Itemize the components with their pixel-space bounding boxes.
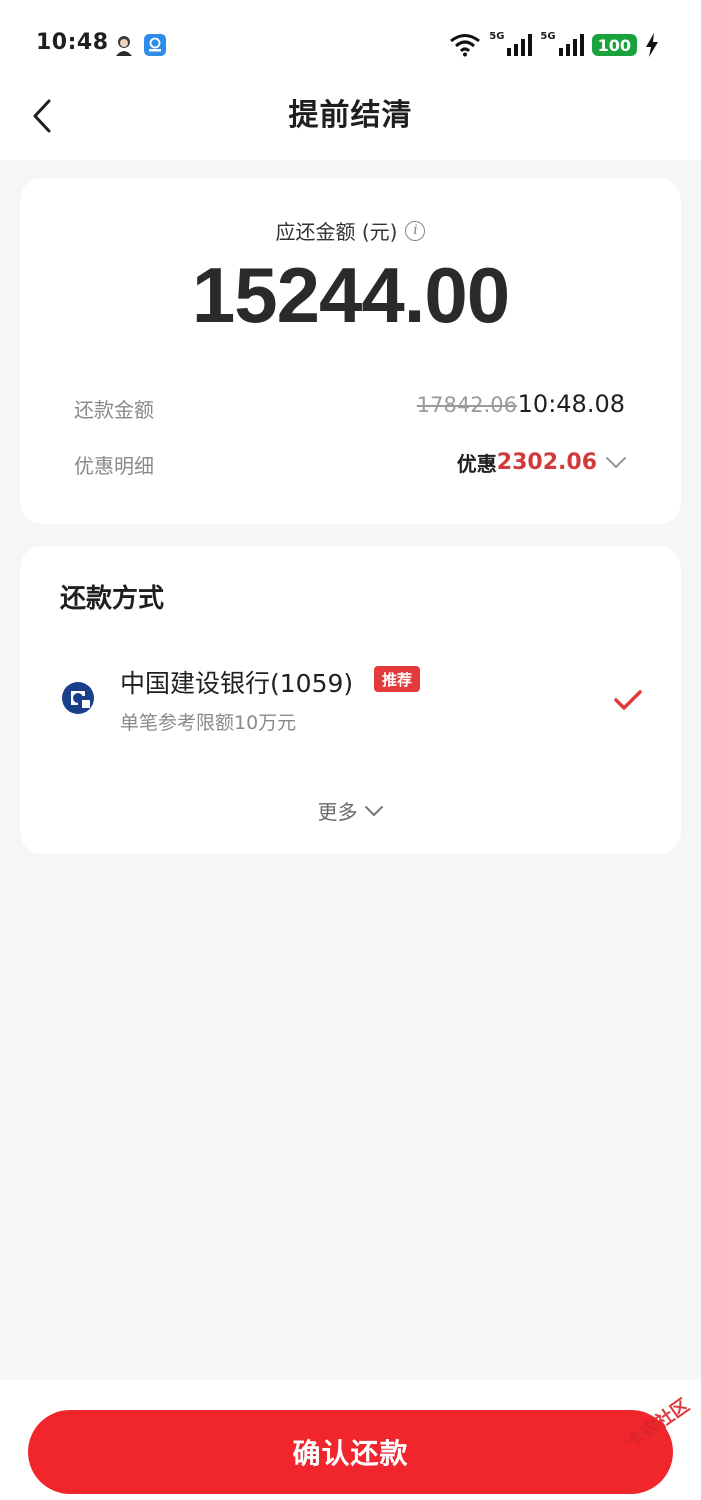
battery-icon: 100 <box>591 34 637 56</box>
chevron-down-icon <box>606 456 626 468</box>
repay-amount-label: 还款金额 <box>74 398 154 422</box>
payment-method-title: 还款方式 <box>60 584 165 614</box>
amount-card: 应还金额 (元) i 15244.00 还款金额 17842.06 10:48.… <box>20 178 681 524</box>
nav-bar: 提前结清 <box>0 90 701 160</box>
avatar-icon <box>116 36 132 56</box>
info-icon[interactable]: i <box>405 220 426 241</box>
app-icon <box>144 34 166 56</box>
discount-prefix: 优惠 <box>456 452 497 476</box>
signal-icon <box>507 34 533 56</box>
bottom-bar: 确认还款 <box>0 1380 701 1500</box>
bank-name[interactable]: 中国建设银行(1059) <box>120 664 353 700</box>
bank-limit-desc: 单笔参考限额10万元 <box>120 712 297 734</box>
repay-amount-value: 10:48.08 <box>517 390 625 418</box>
page-title: 提前结清 <box>288 98 413 133</box>
chevron-down-icon <box>364 805 383 816</box>
status-icons: 5G 5G 100 <box>449 30 659 60</box>
discount-detail-label: 优惠明细 <box>74 454 154 478</box>
discount-detail-toggle[interactable]: 优惠 2302.06 <box>457 448 627 477</box>
amount-label: 应还金额 (元) <box>275 220 398 244</box>
network-type: 5G <box>540 31 556 42</box>
discount-amount: 2302.06 <box>496 450 597 475</box>
wifi-icon <box>450 34 481 57</box>
more-label: 更多 <box>317 800 358 824</box>
recommend-badge: 推荐 <box>374 666 421 692</box>
checkmark-icon[interactable] <box>613 688 643 712</box>
amount-value: 15244.00 <box>191 251 510 339</box>
charging-icon <box>646 33 658 57</box>
original-amount: 17842.06 <box>416 393 517 417</box>
network-type: 5G <box>489 31 505 42</box>
signal-icon <box>558 34 584 56</box>
ccb-bank-logo-icon[interactable] <box>60 680 96 716</box>
page: 10:48 5G 5G 100 提前结清 应还金额 (元) i 15244.00… <box>0 0 701 1500</box>
more-methods-button[interactable]: 更多 <box>20 796 681 825</box>
status-time: 10:48 <box>36 30 109 55</box>
confirm-repay-button[interactable]: 确认还款 <box>28 1410 673 1494</box>
amount-label-row: 应还金额 (元) i <box>20 216 681 245</box>
payment-method-card: 还款方式 中国建设银行(1059) 推荐 单笔参考限额10万元 更多 <box>20 546 681 854</box>
status-bar: 10:48 5G 5G 100 <box>0 0 701 90</box>
